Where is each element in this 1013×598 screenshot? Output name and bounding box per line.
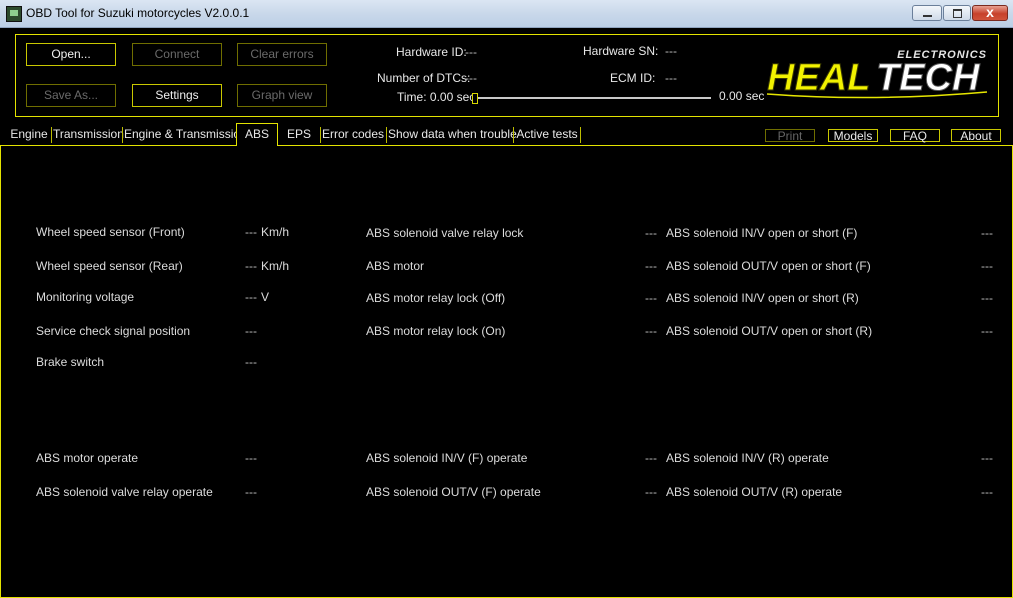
time-slider[interactable] [472, 93, 711, 104]
solenoid-out-front-short-label: ABS solenoid OUT/V open or short (F) [666, 259, 871, 273]
brake-switch-label: Brake switch [36, 355, 105, 369]
maximize-button[interactable] [943, 5, 971, 21]
ecm-id-label: ECM ID: [610, 71, 656, 85]
solenoid-in-front-operate-value[interactable]: --- [645, 451, 657, 465]
tab-error-codes[interactable]: Error codes [322, 124, 384, 145]
solenoid-out-front-operate-label: ABS solenoid OUT/V (F) operate [366, 485, 541, 499]
service-check-label: Service check signal position [36, 324, 191, 338]
app-icon [6, 6, 22, 22]
print-button[interactable]: Print [765, 129, 815, 142]
slider-thumb[interactable] [472, 93, 478, 104]
solenoid-in-rear-operate-label: ABS solenoid IN/V (R) operate [666, 451, 829, 465]
slider-track [476, 97, 711, 99]
solenoid-out-rear-operate-value[interactable]: --- [981, 485, 993, 499]
minimize-button[interactable] [912, 5, 942, 21]
tab-engine-transmission[interactable]: Engine & Transmission [124, 124, 247, 145]
solenoid-valve-relay-lock-value: --- [645, 226, 657, 240]
close-icon: x [986, 4, 994, 20]
wheel-speed-rear-value: --- [245, 259, 257, 273]
solenoid-out-rear-operate-label: ABS solenoid OUT/V (R) operate [666, 485, 843, 499]
tab-separator [513, 127, 514, 143]
motor-relay-lock-on-label: ABS motor relay lock (On) [366, 324, 506, 338]
solenoid-out-front-operate-value[interactable]: --- [645, 485, 657, 499]
time-end-label: 0.00 sec [719, 89, 765, 103]
monitoring-voltage-unit: V [261, 290, 270, 304]
healtech-logo: ELECTRONICS HEAL TECH [767, 49, 988, 100]
tab-separator [580, 127, 581, 143]
hardware-sn-value: --- [665, 44, 677, 58]
wheel-speed-front-label: Wheel speed sensor (Front) [36, 225, 185, 239]
abs-motor-value: --- [645, 259, 657, 273]
motor-relay-lock-on-value: --- [645, 324, 657, 338]
about-button[interactable]: About [951, 129, 1001, 142]
service-check-value: --- [245, 324, 257, 338]
tab-transmission[interactable]: Transmission [53, 124, 124, 145]
abs-panel [0, 146, 1013, 598]
tab-separator [320, 127, 321, 143]
tab-eps[interactable]: EPS [279, 124, 319, 145]
wheel-speed-front-value: --- [245, 225, 257, 239]
time-label: Time: 0.00 sec [397, 90, 476, 104]
models-button[interactable]: Models [828, 129, 878, 142]
wheel-speed-rear-unit: Km/h [261, 259, 290, 273]
monitoring-voltage-label: Monitoring voltage [36, 290, 135, 304]
tab-separator [51, 127, 52, 143]
abs-motor-label: ABS motor [366, 259, 425, 273]
hardware-sn-label: Hardware SN: [583, 44, 659, 58]
logo-heal-text: HEAL [767, 57, 870, 99]
dtc-count-label: Number of DTCs: [377, 71, 471, 85]
solenoid-out-rear-short-label: ABS solenoid OUT/V open or short (R) [666, 324, 873, 338]
solenoid-valve-relay-operate-value[interactable]: --- [245, 485, 257, 499]
logo-tech-text: TECH [876, 57, 981, 99]
tab-show-data-when-trouble[interactable]: Show data when trouble [388, 124, 517, 145]
faq-button[interactable]: FAQ [890, 129, 940, 142]
solenoid-valve-relay-operate-label: ABS solenoid valve relay operate [36, 485, 213, 499]
hardware-id-label: Hardware ID: [396, 45, 467, 59]
ecm-id-value: --- [665, 71, 677, 85]
solenoid-out-front-short-value: --- [981, 259, 993, 273]
connect-button[interactable]: Connect [132, 43, 222, 66]
brake-switch-value: --- [245, 355, 257, 369]
solenoid-in-rear-short-label: ABS solenoid IN/V open or short (R) [666, 291, 859, 305]
hardware-id-value: --- [465, 45, 477, 59]
tab-separator [386, 127, 387, 143]
graph-view-button[interactable]: Graph view [237, 84, 327, 107]
close-button[interactable]: x [972, 4, 1008, 21]
open-button[interactable]: Open... [26, 43, 116, 66]
solenoid-valve-relay-lock-label: ABS solenoid valve relay lock [366, 226, 524, 240]
tab-abs[interactable]: ABS [236, 123, 278, 146]
solenoid-out-rear-short-value: --- [981, 324, 993, 338]
abs-motor-operate-label: ABS motor operate [36, 451, 139, 465]
motor-relay-lock-off-value: --- [645, 291, 657, 305]
solenoid-in-rear-short-value: --- [981, 291, 993, 305]
app-window: OBD Tool for Suzuki motorcycles V2.0.0.1… [0, 0, 1013, 598]
solenoid-in-rear-operate-value[interactable]: --- [981, 451, 993, 465]
dtc-count-value: --- [465, 71, 477, 85]
clear-errors-button[interactable]: Clear errors [237, 43, 327, 66]
settings-button[interactable]: Settings [132, 84, 222, 107]
solenoid-in-front-short-value: --- [981, 226, 993, 240]
wheel-speed-front-unit: Km/h [261, 225, 290, 239]
motor-relay-lock-off-label: ABS motor relay lock (Off) [366, 291, 506, 305]
tab-engine[interactable]: Engine [7, 124, 51, 145]
window-title: OBD Tool for Suzuki motorcycles V2.0.0.1 [26, 6, 250, 20]
solenoid-in-front-short-label: ABS solenoid IN/V open or short (F) [666, 226, 858, 240]
abs-motor-operate-value[interactable]: --- [245, 451, 257, 465]
solenoid-in-front-operate-label: ABS solenoid IN/V (F) operate [366, 451, 528, 465]
monitoring-voltage-value: --- [245, 290, 257, 304]
tab-separator [122, 127, 123, 143]
title-bar[interactable]: OBD Tool for Suzuki motorcycles V2.0.0.1… [0, 0, 1013, 28]
save-as-button[interactable]: Save As... [26, 84, 116, 107]
wheel-speed-rear-label: Wheel speed sensor (Rear) [36, 259, 183, 273]
tab-active-tests[interactable]: Active tests [515, 124, 579, 145]
